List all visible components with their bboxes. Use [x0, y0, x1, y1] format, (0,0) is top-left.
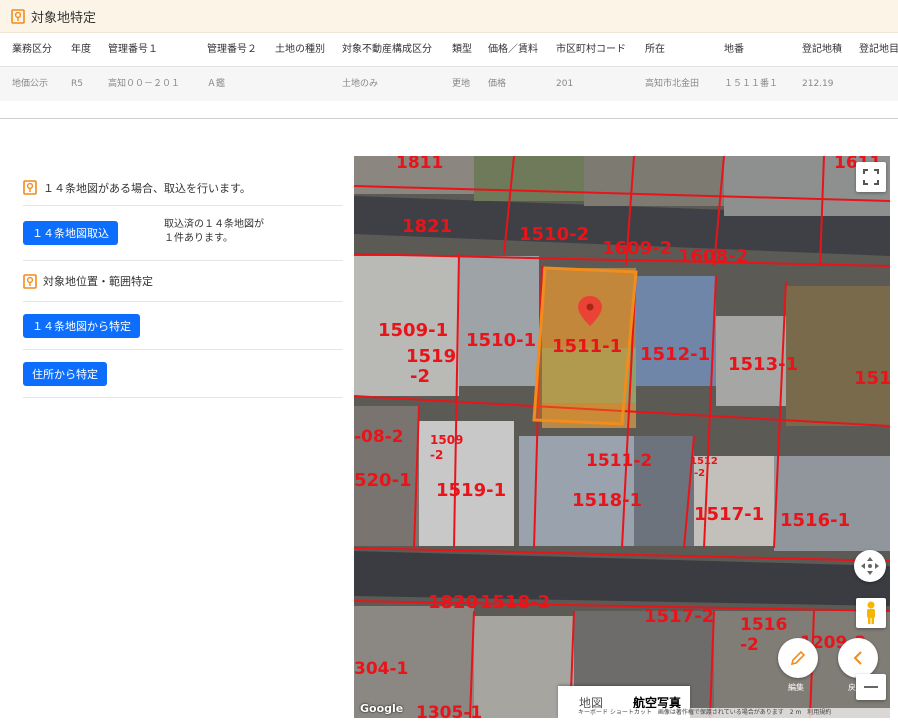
col-header: 管理番号２ — [207, 44, 257, 55]
col-header: 土地の種別 — [275, 44, 325, 55]
zoom-out-button[interactable] — [856, 674, 886, 700]
parcel-label: 1516-1 — [780, 510, 850, 531]
col-header: 対象不動産構成区分 — [342, 44, 432, 55]
parcel-label: 1811 — [396, 156, 443, 173]
google-logo: Google — [360, 702, 404, 715]
import-note-line: 取込済の１４条地図が — [164, 219, 264, 230]
parcel-label: 1820 — [428, 592, 478, 613]
minus-icon — [864, 686, 878, 688]
parcel-label: 1517-2 — [644, 606, 714, 627]
table-header: 業務区分 年度 管理番号１ 管理番号２ 土地の種別 対象不動産構成区分 類型 価… — [0, 33, 898, 67]
parcel-label: 1518-1 — [572, 490, 642, 511]
parcel-label: 1518-2 — [480, 592, 550, 613]
col-header: 年度 — [71, 44, 91, 55]
col-header: 登記地積 — [802, 44, 842, 55]
col-header: 市区町村コード — [556, 44, 626, 55]
section-locate: 対象地位置・範囲特定 — [23, 261, 343, 302]
parcel-label: 520-1 — [354, 470, 412, 491]
control-panel: １４条地図がある場合、取込を行います。 １４条地図取込 取込済の１４条地図が １… — [23, 170, 343, 398]
section-import: １４条地図がある場合、取込を行います。 — [23, 170, 343, 206]
map-pin-icon — [23, 180, 37, 195]
pencil-icon — [790, 650, 806, 666]
pegman-icon — [867, 601, 875, 624]
table-cell: 212.19 — [802, 79, 834, 89]
parcel-label: -2 — [694, 468, 705, 479]
parcel-label: 1513-1 — [728, 354, 798, 375]
parcel-label: 1519-1 — [436, 480, 506, 501]
col-header: 業務区分 — [12, 44, 52, 55]
parcel-label: 304-1 — [354, 659, 408, 679]
table-cell: 201 — [556, 79, 574, 89]
map-pin-icon — [23, 273, 37, 289]
back-button[interactable] — [838, 638, 878, 678]
parcel-label: 1511-1 — [552, 336, 622, 357]
table-cell: 高知市北金田 — [645, 79, 700, 89]
table-cell: 高知００－２０１ — [108, 79, 181, 89]
table-cell: １５１１番１ — [724, 79, 779, 89]
aerial-map[interactable]: 1821 1510-2 1609-2 1608-2 1509-1 1510-1 … — [354, 156, 890, 718]
divider — [0, 118, 898, 119]
move-arrows-icon — [861, 557, 879, 575]
section-label: 対象地位置・範囲特定 — [43, 275, 153, 288]
col-header: 価格／賃料 — [488, 44, 538, 55]
map-attribution: キーボード ショートカット 画像は著作権で保護されている場合があります 2 m … — [574, 708, 890, 718]
parcel-label: 1509-1 — [378, 320, 448, 341]
parcel-label: 1512-1 — [640, 344, 710, 365]
table-cell: 土地のみ — [342, 79, 379, 89]
page-title: 対象地特定 — [31, 10, 97, 26]
parcel-label: 1509 — [430, 433, 463, 447]
parcel-label: 1512 — [690, 456, 718, 467]
locate-from-address-button[interactable]: 住所から特定 — [23, 361, 107, 386]
map-pin-icon — [11, 8, 25, 24]
locate-from-14-map-button[interactable]: １４条地図から特定 — [23, 313, 140, 338]
parcel-label: 1510-2 — [519, 224, 589, 245]
locate-from-14-row: １４条地図から特定 — [23, 302, 343, 350]
parcel-label: 1511-2 — [586, 451, 652, 471]
pan-control-button[interactable] — [854, 550, 886, 582]
col-header: 類型 — [452, 44, 472, 55]
table-cell: 更地 — [452, 79, 471, 89]
import-note: 取込済の１４条地図が １件あります。 — [164, 218, 264, 246]
parcel-label: 1608-2 — [678, 246, 748, 267]
parcel-label: 1514 — [854, 368, 890, 389]
section-label: １４条地図がある場合、取込を行います。 — [43, 181, 251, 195]
import-14-map-button[interactable]: １４条地図取込 — [23, 221, 118, 245]
parcel-label: -2 — [430, 448, 443, 462]
map-canvas[interactable]: 1821 1510-2 1609-2 1608-2 1509-1 1510-1 … — [354, 156, 890, 718]
locate-from-address-row: 住所から特定 — [23, 350, 343, 398]
col-header: 所在 — [645, 44, 665, 55]
col-header: 地番 — [724, 44, 744, 55]
parcel-label: 1510-1 — [466, 330, 536, 351]
table-cell: R5 — [71, 79, 83, 89]
table-cell: Ａ鑑 — [207, 79, 226, 89]
parcel-label: 1517-1 — [694, 504, 764, 525]
table-cell: 価格 — [488, 79, 507, 89]
import-row: １４条地図取込 取込済の１４条地図が １件あります。 — [23, 206, 343, 261]
parcel-label: 1821 — [402, 216, 452, 237]
parcel-label: 1519 — [406, 346, 456, 367]
chevron-left-icon — [853, 651, 862, 665]
edit-button[interactable] — [778, 638, 818, 678]
parcel-label: 1516 — [740, 615, 787, 635]
col-header: 登記地目 — [859, 44, 898, 55]
table-row: 地価公示 R5 高知００－２０１ Ａ鑑 土地のみ 更地 価格 201 高知市北金… — [0, 67, 898, 101]
import-note-line: １件あります。 — [164, 233, 233, 244]
parcel-label: -08-2 — [354, 427, 404, 447]
parcel-label: -2 — [410, 366, 430, 387]
parcel-label: 1609-2 — [602, 238, 672, 259]
fullscreen-button[interactable] — [856, 162, 886, 192]
fullscreen-icon — [863, 169, 879, 185]
col-header: 管理番号１ — [108, 44, 158, 55]
page-header: 対象地特定 — [0, 0, 898, 33]
street-view-button[interactable] — [856, 598, 886, 628]
parcel-label: 1305-1 — [416, 703, 482, 718]
table-cell: 地価公示 — [12, 79, 49, 89]
target-info-table: 業務区分 年度 管理番号１ 管理番号２ 土地の種別 対象不動産構成区分 類型 価… — [0, 33, 898, 101]
parcel-label: -2 — [740, 635, 759, 655]
edit-label: 編集 — [788, 683, 804, 692]
